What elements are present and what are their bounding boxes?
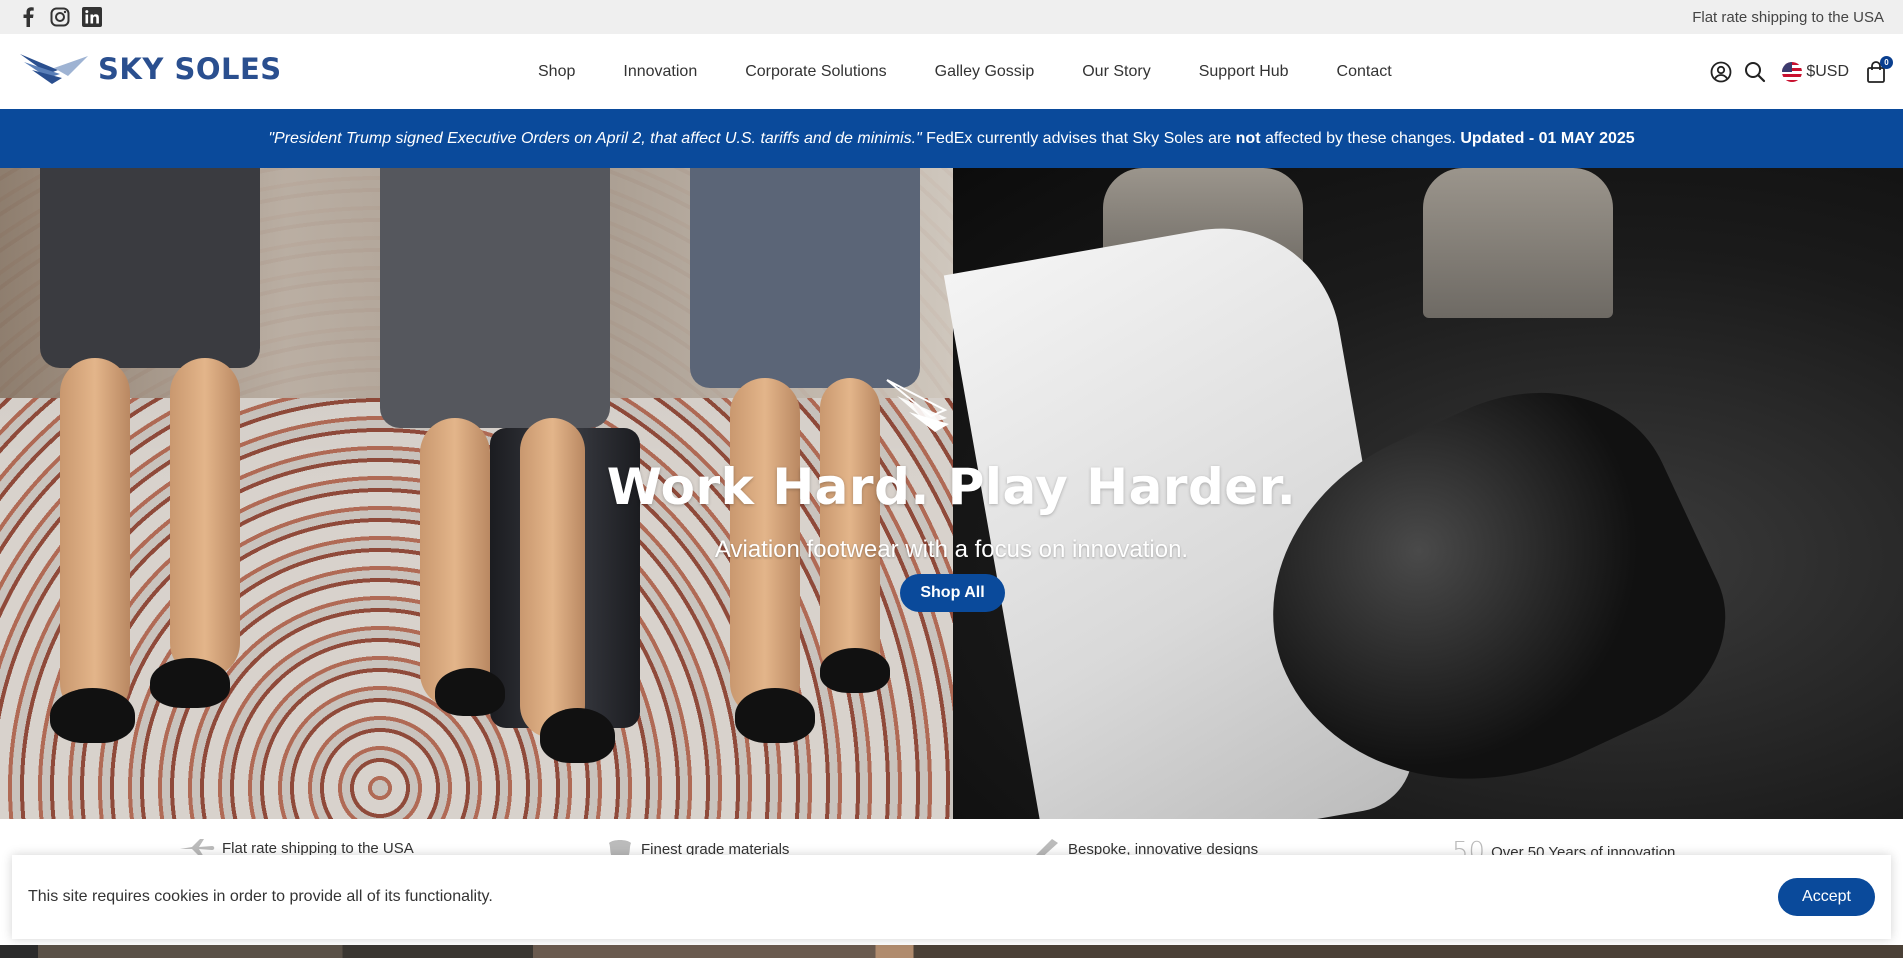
us-flag-icon bbox=[1782, 61, 1803, 82]
nav-item-contact[interactable]: Contact bbox=[1337, 63, 1392, 81]
hero-content: Work Hard. Play Harder. Aviation footwea… bbox=[0, 168, 1903, 819]
announcement-text-after: affected by these changes. bbox=[1260, 129, 1461, 147]
announcement-updated: Updated - 01 MAY 2025 bbox=[1460, 129, 1635, 147]
hero-banner: Work Hard. Play Harder. Aviation footwea… bbox=[0, 168, 1903, 819]
hero-headline: Work Hard. Play Harder. bbox=[606, 458, 1297, 516]
logo[interactable]: SKY SOLES bbox=[18, 50, 282, 88]
brand-name: SKY SOLES bbox=[98, 52, 282, 86]
tariff-announcement: "President Trump signed Executive Orders… bbox=[0, 109, 1903, 168]
account-icon[interactable] bbox=[1708, 59, 1734, 85]
nav-item-galley-gossip[interactable]: Galley Gossip bbox=[935, 63, 1035, 81]
shipping-notice: Flat rate shipping to the USA bbox=[1692, 8, 1884, 26]
nav-item-support-hub[interactable]: Support Hub bbox=[1199, 63, 1289, 81]
nav-item-shop[interactable]: Shop bbox=[538, 63, 575, 81]
next-section-preview bbox=[0, 945, 1903, 958]
header-tools: $USD 0 bbox=[1708, 34, 1893, 109]
nav-item-corporate-solutions[interactable]: Corporate Solutions bbox=[745, 63, 886, 81]
search-icon[interactable] bbox=[1742, 59, 1768, 85]
site-header: SKY SOLES Shop Innovation Corporate Solu… bbox=[0, 34, 1903, 109]
cookie-banner: This site requires cookies in order to p… bbox=[12, 855, 1891, 939]
cart-button[interactable]: 0 bbox=[1863, 55, 1893, 85]
announcement-emphasis: not bbox=[1235, 129, 1261, 147]
announcement-text: FedEx currently advises that Sky Soles a… bbox=[921, 129, 1236, 147]
instagram-icon[interactable] bbox=[49, 6, 71, 28]
social-links bbox=[17, 6, 103, 28]
wing-emblem-icon bbox=[886, 379, 949, 432]
currency-label: $USD bbox=[1806, 62, 1849, 80]
shop-all-button[interactable]: Shop All bbox=[900, 574, 1005, 612]
top-bar: Flat rate shipping to the USA bbox=[0, 0, 1903, 34]
cart-count-badge: 0 bbox=[1880, 55, 1893, 69]
linkedin-icon[interactable] bbox=[81, 6, 103, 28]
nav-item-our-story[interactable]: Our Story bbox=[1082, 63, 1150, 81]
hero-subheadline: Aviation footwear with a focus on innova… bbox=[714, 536, 1189, 563]
feature-label: Flat rate shipping to the USA bbox=[222, 839, 414, 857]
main-nav: Shop Innovation Corporate Solutions Gall… bbox=[538, 34, 1440, 109]
nav-item-innovation[interactable]: Innovation bbox=[623, 63, 697, 81]
currency-selector[interactable]: $USD bbox=[1782, 61, 1849, 82]
facebook-icon[interactable] bbox=[17, 6, 39, 28]
wing-logo-icon bbox=[20, 54, 88, 84]
announcement-quote: "President Trump signed Executive Orders… bbox=[268, 129, 922, 147]
accept-cookies-button[interactable]: Accept bbox=[1778, 878, 1875, 916]
cookie-message: This site requires cookies in order to p… bbox=[28, 888, 493, 905]
